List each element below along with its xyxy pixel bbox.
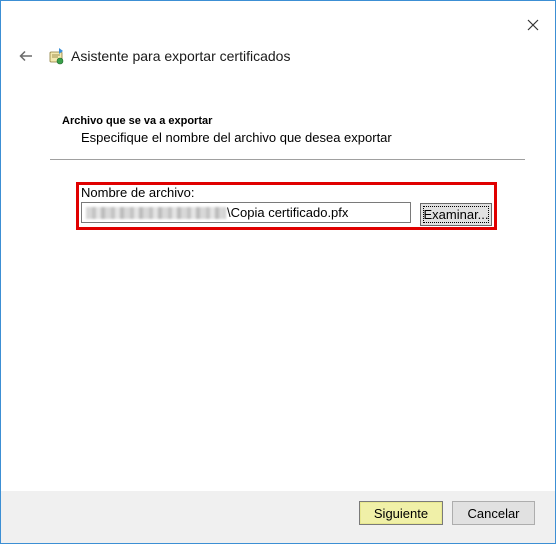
wizard-title: Asistente para exportar certificados	[71, 48, 291, 64]
back-arrow-icon	[19, 50, 32, 62]
file-name-input[interactable]: \Copia certificado.pfx	[81, 202, 411, 223]
next-button-label: Siguiente	[373, 505, 429, 521]
redacted-path	[86, 206, 226, 219]
file-name-label: Nombre de archivo:	[81, 185, 195, 200]
file-name-value: \Copia certificado.pfx	[227, 205, 349, 220]
wizard-content-pane: Asistente para exportar certificados Arc…	[1, 1, 555, 491]
section-subtitle: Especifique el nombre del archivo que de…	[81, 130, 392, 145]
browse-button[interactable]: Examinar...	[420, 203, 492, 226]
close-icon	[527, 19, 539, 31]
cancel-button-label: Cancelar	[467, 505, 520, 521]
focus-indicator	[423, 206, 489, 223]
export-wizard-window: Asistente para exportar certificados Arc…	[0, 0, 556, 544]
cancel-button[interactable]: Cancelar	[452, 501, 535, 525]
next-button[interactable]: Siguiente	[359, 501, 443, 525]
header-divider	[50, 159, 525, 160]
back-button[interactable]	[15, 45, 37, 67]
section-title: Archivo que se va a exportar	[62, 115, 213, 127]
certificate-wizard-icon	[49, 48, 64, 65]
close-button[interactable]	[521, 13, 545, 37]
